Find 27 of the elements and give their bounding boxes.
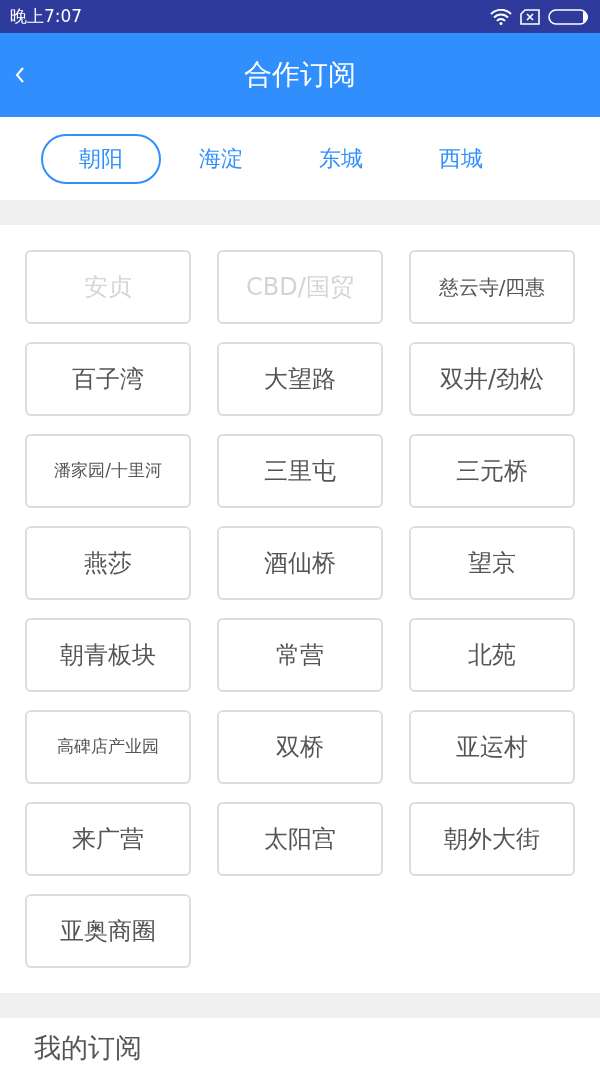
area-option[interactable]: 百子湾 [25,342,191,416]
area-option[interactable]: 大望路 [217,342,383,416]
back-icon [15,67,25,83]
area-option[interactable]: 三元桥 [409,434,575,508]
area-option[interactable]: 双桥 [217,710,383,784]
section-title: 我的订阅 [34,1034,143,1061]
battery-icon [548,8,590,25]
area-option[interactable]: 慈云寺/四惠 [409,250,575,324]
area-option[interactable]: 望京 [409,526,575,600]
area-option[interactable]: 酒仙桥 [217,526,383,600]
area-option[interactable]: 北苑 [409,618,575,692]
area-option[interactable]: 潘家园/十里河 [25,434,191,508]
area-option[interactable]: 双井/劲松 [409,342,575,416]
area-option[interactable]: 高碑店产业园 [25,710,191,784]
area-option[interactable]: 燕莎 [25,526,191,600]
status-time: 晚上7:07 [10,4,83,28]
no-sim-icon [520,8,540,25]
area-option[interactable]: 亚运村 [409,710,575,784]
area-option[interactable]: 朝青板块 [25,618,191,692]
area-option[interactable]: 亚奥商圈 [25,894,191,968]
area-option[interactable]: 来广营 [25,802,191,876]
wifi-icon [490,8,512,25]
area-option[interactable]: 朝外大街 [409,802,575,876]
area-option[interactable]: 太阳宫 [217,802,383,876]
area-option[interactable]: 三里屯 [217,434,383,508]
area-option[interactable]: 常营 [217,618,383,692]
page-title: 合作订阅 [244,57,356,93]
